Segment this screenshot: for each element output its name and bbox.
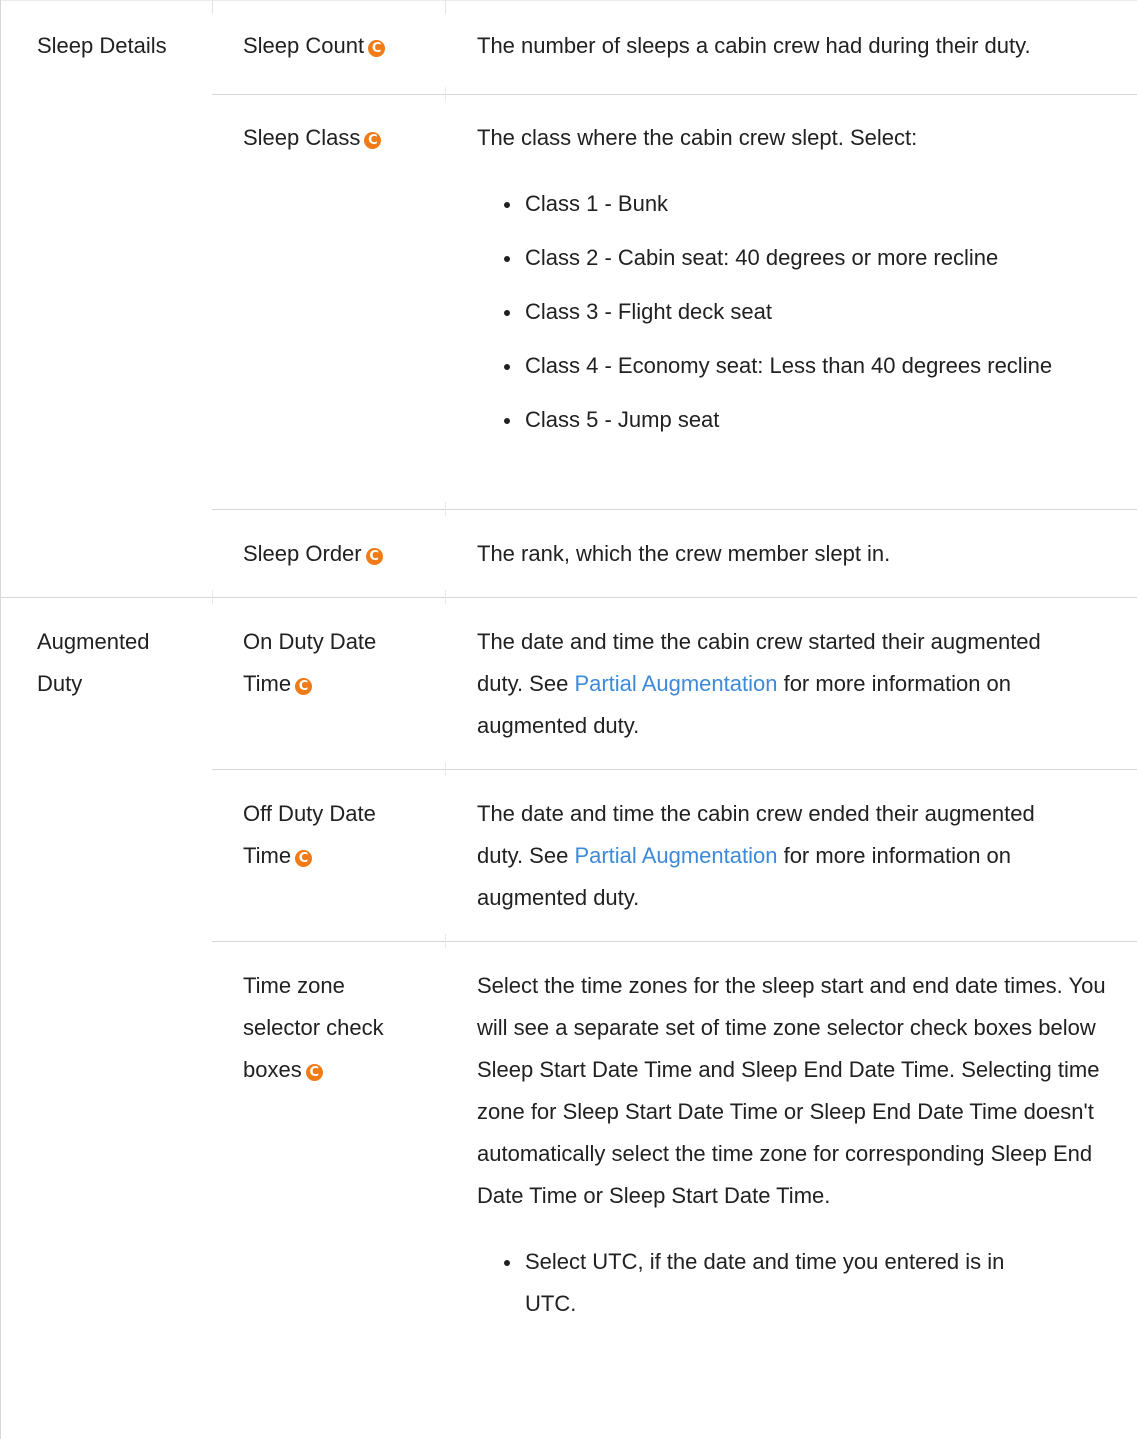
list-item: Class 5 - Jump seat bbox=[477, 399, 1127, 441]
sleep-class-options-list: Class 1 - Bunk Class 2 - Cabin seat: 40 … bbox=[477, 183, 1127, 441]
list-item: Class 2 - Cabin seat: 40 degrees or more… bbox=[477, 237, 1127, 279]
field-label-text: Sleep Count bbox=[243, 33, 365, 58]
list-item: Class 3 - Flight deck seat bbox=[477, 291, 1127, 333]
column-guide bbox=[212, 0, 213, 14]
conditional-badge-icon: C bbox=[295, 678, 313, 695]
list-item: Select UTC, if the date and time you ent… bbox=[477, 1241, 1057, 1325]
row-divider bbox=[212, 502, 1137, 516]
group-label-sleep-details: Sleep Details bbox=[37, 33, 167, 58]
conditional-badge-icon: C bbox=[365, 548, 383, 565]
field-label-text: Sleep Order bbox=[243, 541, 362, 566]
description-text: The class where the cabin crew slept. Se… bbox=[477, 125, 918, 150]
description-sleep-order: The rank, which the crew member slept in… bbox=[477, 541, 891, 566]
list-item: Class 4 - Economy seat: Less than 40 deg… bbox=[477, 345, 1127, 387]
description-sleep-class: The class where the cabin crew slept. Se… bbox=[477, 117, 1127, 453]
field-sleep-count: Sleep Count C bbox=[243, 25, 443, 67]
field-on-duty-date-time: On Duty Date Time C bbox=[243, 621, 413, 705]
conditional-badge-icon: C bbox=[305, 1064, 323, 1081]
description-off-duty-date-time: The date and time the cabin crew ended t… bbox=[477, 793, 1077, 919]
field-sleep-class: Sleep Class C bbox=[243, 117, 443, 159]
list-item: Class 1 - Bunk bbox=[477, 183, 1127, 225]
partial-augmentation-link[interactable]: Partial Augmentation bbox=[574, 671, 777, 696]
time-zone-options-list: Select UTC, if the date and time you ent… bbox=[477, 1241, 1057, 1325]
partial-augmentation-link[interactable]: Partial Augmentation bbox=[574, 843, 777, 868]
conditional-badge-icon: C bbox=[295, 850, 313, 867]
row-divider bbox=[212, 87, 1137, 101]
column-guide bbox=[445, 0, 446, 14]
row-divider bbox=[212, 934, 1137, 948]
conditional-badge-icon: C bbox=[364, 132, 382, 149]
field-sleep-order: Sleep Order C bbox=[243, 533, 443, 575]
conditional-badge-icon: C bbox=[368, 40, 386, 57]
description-on-duty-date-time: The date and time the cabin crew started… bbox=[477, 621, 1077, 747]
description-sleep-count: The number of sleeps a cabin crew had du… bbox=[477, 33, 1031, 58]
row-divider bbox=[212, 762, 1137, 776]
description-time-zone-selector: Select the time zones for the sleep star… bbox=[477, 965, 1122, 1337]
field-time-zone-selector: Time zone selector check boxes C bbox=[243, 965, 413, 1091]
table-top-rule bbox=[1, 0, 1137, 1]
field-off-duty-date-time: Off Duty Date Time C bbox=[243, 793, 413, 877]
field-reference-table: Sleep Details Sleep Count C The number of… bbox=[0, 0, 1137, 1439]
group-divider bbox=[1, 590, 1137, 604]
field-label-text: Sleep Class bbox=[243, 125, 361, 150]
group-label-augmented-duty: Augmented Duty bbox=[37, 629, 150, 696]
description-text: Select the time zones for the sleep star… bbox=[477, 973, 1106, 1208]
